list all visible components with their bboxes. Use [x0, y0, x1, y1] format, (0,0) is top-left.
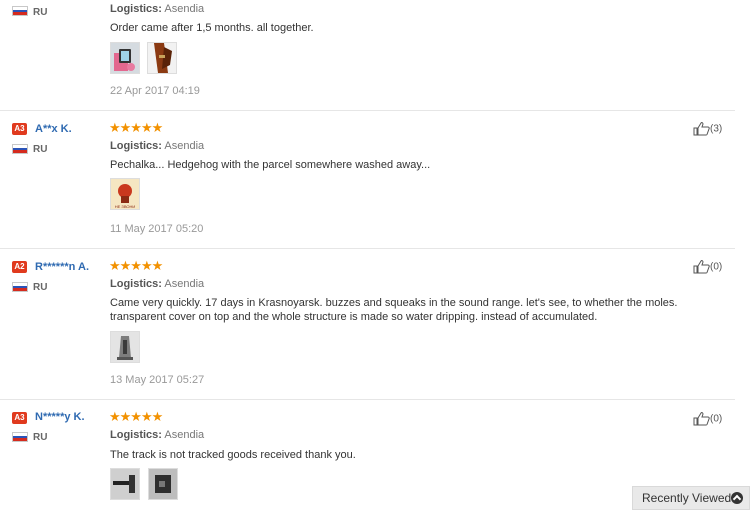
- buyer-level-badge: A2: [12, 261, 27, 273]
- country-label: RU: [33, 7, 48, 18]
- buyer-level-badge: A3: [12, 123, 27, 135]
- reviewer-name[interactable]: A**x K.: [35, 122, 72, 136]
- chevron-up-icon: [731, 492, 743, 504]
- helpful-count: (0): [710, 261, 723, 273]
- star-rating: ★★★★★: [109, 120, 163, 135]
- review-photo-phone-pink[interactable]: [110, 42, 140, 74]
- star-rating: ★★★★★: [109, 409, 163, 424]
- review-comment: Order came after 1,5 months. all togethe…: [110, 22, 314, 34]
- review-photo-leather-strap[interactable]: [147, 42, 177, 74]
- helpful-button[interactable]: (0): [693, 260, 722, 275]
- review-comment: The track is not tracked goods received …: [110, 449, 356, 461]
- flag-russia-icon: [12, 432, 28, 442]
- review-comment: Came very quickly. 17 days in Krasnoyars…: [110, 297, 678, 323]
- country-label: RU: [33, 432, 48, 443]
- review-date: 11 May 2017 05:20: [110, 223, 204, 235]
- reviewer-name[interactable]: R******n A.: [35, 260, 89, 274]
- review-3: A3 N*****y K. RU ★★★★★ Logistics: Asendi…: [0, 400, 735, 510]
- logistics-info: Logistics: Asendia: [110, 429, 205, 441]
- svg-text:НЕ ЗВОНИ: НЕ ЗВОНИ: [115, 204, 136, 209]
- review-date: 13 May 2017 05:27: [110, 374, 205, 386]
- flag-russia-icon: [12, 282, 28, 292]
- review-date: 22 Apr 2017 04:19: [110, 85, 200, 97]
- flag-russia-icon: [12, 6, 28, 16]
- star-rating: ★★★★★: [109, 258, 163, 273]
- review-photo-hedgehog-poster[interactable]: НЕ ЗВОНИ: [110, 178, 140, 210]
- recently-viewed-button[interactable]: Recently Viewed: [632, 486, 750, 510]
- review-1: A3 A**x K. RU ★★★★★ Logistics: Asendia P…: [0, 111, 735, 248]
- buyer-level-badge: A3: [12, 412, 27, 424]
- helpful-count: (0): [710, 413, 723, 425]
- review-photo-device-stake[interactable]: [110, 468, 140, 500]
- helpful-button[interactable]: (0): [693, 412, 722, 427]
- thumbs-up-icon: [693, 412, 710, 426]
- logistics-info: Logistics: Asendia: [110, 140, 205, 152]
- review-0: RU Logistics: Asendia Order came after 1…: [0, 0, 735, 110]
- review-photo-device-box[interactable]: [148, 468, 178, 500]
- thumbs-up-icon: [693, 122, 710, 136]
- reviewer-name[interactable]: N*****y K.: [35, 410, 85, 424]
- helpful-button[interactable]: (3): [693, 122, 722, 137]
- logistics-info: Logistics: Asendia: [110, 3, 205, 15]
- review-2: A2 R******n A. RU ★★★★★ Logistics: Asend…: [0, 249, 735, 399]
- review-comment: Pechalka... Hedgehog with the parcel som…: [110, 159, 431, 171]
- logistics-info: Logistics: Asendia: [110, 278, 205, 290]
- review-photo-device[interactable]: [110, 331, 140, 363]
- country-label: RU: [33, 144, 48, 155]
- flag-russia-icon: [12, 144, 28, 154]
- recently-viewed-label: Recently Viewed: [642, 491, 732, 505]
- country-label: RU: [33, 282, 48, 293]
- thumbs-up-icon: [693, 260, 710, 274]
- helpful-count: (3): [710, 123, 723, 135]
